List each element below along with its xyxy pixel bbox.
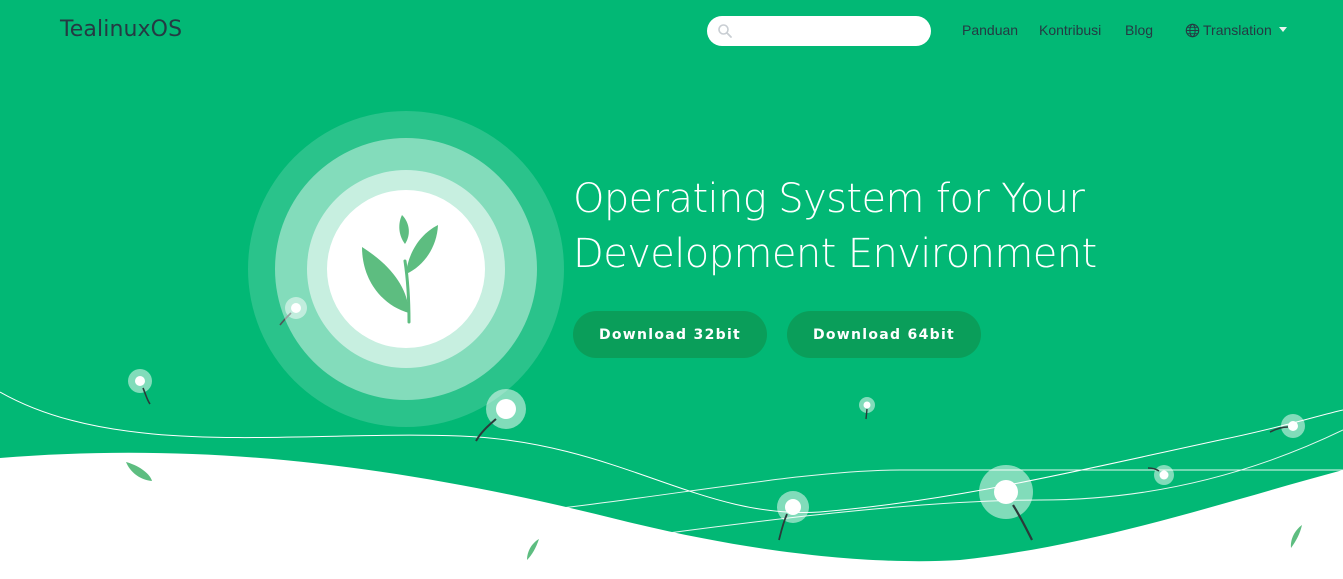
download-32bit-button[interactable]: Download 32bit — [573, 311, 767, 358]
hero-title: Operating System for Your Development En… — [573, 172, 1133, 282]
brand-logo-text[interactable]: TealinuxOS — [60, 17, 182, 42]
seed-decoration — [979, 465, 1033, 541]
nav-link-kontribusi[interactable]: Kontribusi — [1039, 22, 1101, 38]
translation-dropdown[interactable]: Translation — [1185, 21, 1287, 39]
top-navbar: TealinuxOS Panduan Kontribusi Blog Trans… — [0, 0, 1343, 62]
seed-decoration — [1147, 465, 1174, 485]
seed-decoration — [777, 491, 809, 541]
seed-decoration — [859, 397, 875, 420]
nav-link-blog[interactable]: Blog — [1125, 22, 1153, 38]
translation-label: Translation — [1203, 22, 1272, 38]
white-wave — [0, 452, 1343, 579]
hero-title-line-1: Operating System for Your — [573, 176, 1085, 222]
seed-decoration — [128, 369, 152, 405]
seed-decoration — [1269, 414, 1305, 438]
caret-down-icon — [1278, 27, 1287, 32]
nav-link-panduan[interactable]: Panduan — [962, 22, 1018, 38]
download-64bit-button[interactable]: Download 64bit — [787, 311, 981, 358]
search-icon — [718, 24, 732, 38]
search-input[interactable] — [739, 16, 927, 48]
search-box[interactable] — [707, 16, 931, 48]
tealinux-sprout-logo — [248, 111, 564, 427]
hero-background — [0, 297, 1343, 579]
globe-icon — [1185, 23, 1200, 37]
hero-title-line-2: Development Environment — [573, 231, 1097, 277]
